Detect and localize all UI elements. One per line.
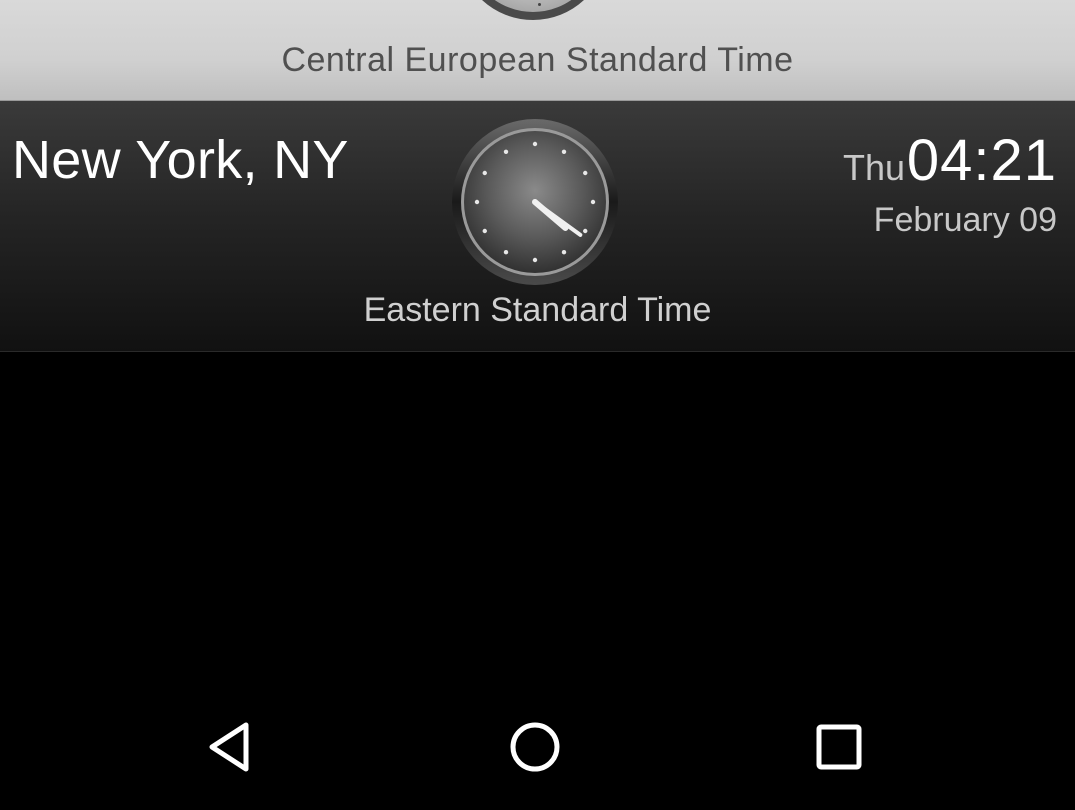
back-button[interactable] — [202, 717, 262, 777]
clock-tick-mark — [532, 257, 538, 263]
square-recents-icon — [816, 724, 862, 770]
circle-home-icon — [510, 722, 560, 772]
triangle-back-icon — [209, 722, 249, 772]
navigation-bar — [0, 680, 1075, 810]
timezone-label: Central European Standard Time — [281, 41, 794, 79]
clock-tick-mark — [532, 141, 538, 147]
clock-tick-mark — [503, 250, 509, 255]
clock-tick-mark — [503, 149, 509, 154]
clock-tick-mark — [482, 170, 487, 176]
city-name: New York, NY — [12, 130, 349, 190]
local-time: 04:21 — [906, 128, 1057, 193]
clock-tick-mark — [561, 149, 567, 154]
clock-tick-mark — [583, 228, 588, 234]
recents-button[interactable] — [809, 717, 869, 777]
local-date: February 09 — [873, 201, 1057, 239]
analog-clock-icon — [458, 0, 608, 20]
clock-tick-mark — [474, 199, 480, 205]
clock-tick-mark — [583, 170, 588, 176]
timezone-label: Eastern Standard Time — [363, 291, 712, 329]
home-button[interactable] — [505, 717, 565, 777]
world-clock-screen: Central European Standard Time New York,… — [0, 0, 1075, 810]
clock-tick-mark — [561, 250, 567, 255]
day-of-week: Thu — [842, 147, 905, 188]
analog-clock-icon — [452, 119, 618, 285]
clock-tick-mark — [590, 199, 596, 205]
clock-row-central-europe[interactable]: Central European Standard Time — [0, 0, 1075, 101]
clock-tick — [538, 3, 541, 6]
clock-row-new-york[interactable]: New York, NY Thu 04:21 February 09 Easte… — [0, 101, 1075, 352]
clock-tick-mark — [482, 228, 487, 234]
